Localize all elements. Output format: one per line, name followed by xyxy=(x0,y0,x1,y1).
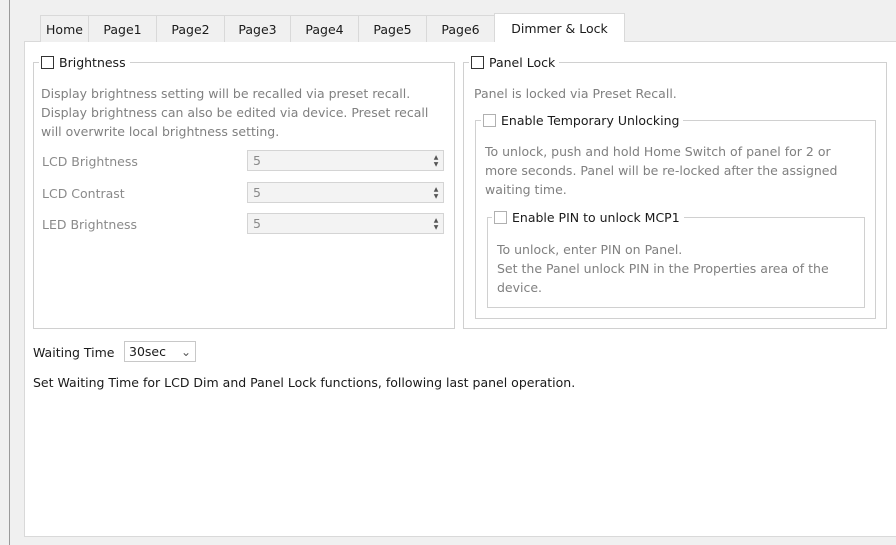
waiting-time-value: 30sec xyxy=(129,344,166,359)
brightness-description: Display brightness setting will be recal… xyxy=(41,84,451,141)
tab-page4[interactable]: Page4 xyxy=(290,15,359,42)
led-brightness-label: LED Brightness xyxy=(42,217,138,232)
panel-lock-description: Panel is locked via Preset Recall. xyxy=(474,86,677,101)
chevron-down-icon: ⌄ xyxy=(180,344,191,359)
tab-label: Page4 xyxy=(305,21,344,37)
pin-desc-line: Set the Panel unlock PIN in the Properti… xyxy=(497,261,829,276)
waiting-time-description: Set Waiting Time for LCD Dim and Panel L… xyxy=(33,375,576,390)
panel-lock-legend[interactable]: Panel Lock xyxy=(469,53,560,71)
temporary-unlock-legend[interactable]: Enable Temporary Unlocking xyxy=(481,111,684,129)
tab-label: Page3 xyxy=(238,21,277,37)
brightness-title: Brightness xyxy=(59,54,126,70)
tab-page5[interactable]: Page5 xyxy=(358,15,427,42)
lcd-contrast-value: 5 xyxy=(253,185,261,200)
brightness-desc-line: will overwrite local brightness setting. xyxy=(41,124,280,139)
spin-arrows-icon[interactable]: ▲ ▼ xyxy=(429,214,443,233)
led-brightness-spinbox[interactable]: 5 ▲ ▼ xyxy=(247,213,444,234)
tab-label: Page5 xyxy=(373,21,412,37)
tab-dimmer-lock[interactable]: Dimmer & Lock xyxy=(494,13,625,42)
panel-lock-checkbox[interactable] xyxy=(471,55,484,69)
pin-unlock-description: To unlock, enter PIN on Panel. Set the P… xyxy=(497,240,861,297)
pin-unlock-checkbox[interactable] xyxy=(494,210,507,224)
pin-desc-line: device. xyxy=(497,280,543,295)
brightness-desc-line: Display brightness can also be edited vi… xyxy=(41,105,429,120)
tab-label: Page1 xyxy=(103,21,142,37)
tab-page6[interactable]: Page6 xyxy=(426,15,495,42)
tab-label: Dimmer & Lock xyxy=(511,20,608,36)
tab-home[interactable]: Home xyxy=(40,15,89,42)
lcd-brightness-label: LCD Brightness xyxy=(42,154,138,169)
tab-label: Page6 xyxy=(441,21,480,37)
temporary-unlock-title: Enable Temporary Unlocking xyxy=(501,112,680,128)
spin-arrows-icon[interactable]: ▲ ▼ xyxy=(429,151,443,170)
brightness-checkbox[interactable] xyxy=(41,55,54,69)
led-brightness-value: 5 xyxy=(253,216,261,231)
temporary-unlock-description: To unlock, push and hold Home Switch of … xyxy=(485,142,870,199)
pin-unlock-legend[interactable]: Enable PIN to unlock MCP1 xyxy=(492,208,684,226)
temp-unlock-desc-line: To unlock, push and hold Home Switch of … xyxy=(485,144,831,159)
window-left-border xyxy=(9,0,10,545)
temp-unlock-desc-line: waiting time. xyxy=(485,182,567,197)
waiting-time-select[interactable]: 30sec ⌄ xyxy=(124,341,196,362)
tab-page1[interactable]: Page1 xyxy=(88,15,157,42)
spin-arrows-icon[interactable]: ▲ ▼ xyxy=(429,183,443,202)
lcd-contrast-spinbox[interactable]: 5 ▲ ▼ xyxy=(247,182,444,203)
tab-label: Page2 xyxy=(171,21,210,37)
brightness-legend[interactable]: Brightness xyxy=(39,53,130,71)
lcd-brightness-spinbox[interactable]: 5 ▲ ▼ xyxy=(247,150,444,171)
lcd-brightness-value: 5 xyxy=(253,153,261,168)
temporary-unlock-checkbox[interactable] xyxy=(483,113,496,127)
pin-desc-line: To unlock, enter PIN on Panel. xyxy=(497,242,683,257)
tab-label: Home xyxy=(46,21,83,37)
waiting-time-label: Waiting Time xyxy=(33,345,115,360)
lcd-contrast-label: LCD Contrast xyxy=(42,186,125,201)
tab-page3[interactable]: Page3 xyxy=(224,15,291,42)
tab-page2[interactable]: Page2 xyxy=(156,15,225,42)
panel-lock-title: Panel Lock xyxy=(489,54,556,70)
brightness-desc-line: Display brightness setting will be recal… xyxy=(41,86,411,101)
pin-unlock-title: Enable PIN to unlock MCP1 xyxy=(512,209,680,225)
temp-unlock-desc-line: more seconds. Panel will be re-locked af… xyxy=(485,163,838,178)
